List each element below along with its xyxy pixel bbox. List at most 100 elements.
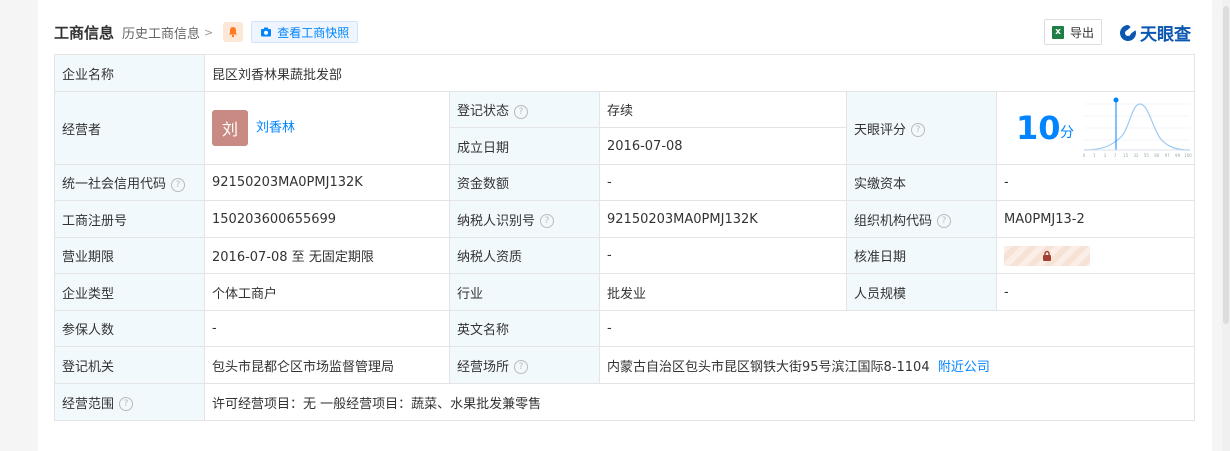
scrollbar[interactable] [1222, 0, 1230, 451]
scope-label-cell: 经营范围? [54, 383, 205, 421]
industry-label: 行业 [449, 273, 600, 311]
capital-label: 资金数额 [449, 164, 600, 201]
history-label: 历史工商信息 [122, 26, 201, 42]
table-row: 统一社会信用代码? 92150203MA0PMJ132K 资金数额 - 实缴资本… [54, 164, 1196, 201]
excel-icon: x [1051, 25, 1064, 39]
lock-icon [1043, 250, 1051, 261]
section-title: 工商信息 [54, 23, 115, 42]
type-value: 个体工商户 [204, 273, 450, 311]
table-row: 营业期限 2016-07-08 至 无固定期限 纳税人资质 - 核准日期 [54, 237, 1196, 274]
address-value: 内蒙古自治区包头市昆区钢铁大街95号滨江国际8-1104 [607, 359, 930, 375]
score-value: 10 [1016, 109, 1061, 147]
tianyancha-logo: 天眼查 [1118, 20, 1191, 45]
help-icon[interactable]: ? [937, 214, 952, 228]
industry-value: 批发业 [599, 273, 847, 311]
org-code-value: MA0PMJ13-2 [995, 200, 1196, 238]
tax-qual-label: 纳税人资质 [449, 237, 600, 274]
tax-id-value: 92150203MA0PMJ132K [599, 200, 847, 238]
nearby-companies-link[interactable]: 附近公司 [938, 360, 990, 375]
scope-value: 许可经营项目：无 一般经营项目：蔬菜、水果批发兼零售 [203, 383, 1196, 421]
authority-value: 包头市昆都仑区市场监督管理局 [204, 346, 450, 384]
table-row: 工商注册号 150203600655699 纳税人识别号? 92150203MA… [54, 200, 1196, 238]
tax-qual-value: - [599, 237, 847, 274]
address-cell: 内蒙古自治区包头市昆区钢铁大街95号滨江国际8-1104 附近公司 [598, 346, 1196, 384]
logo-text: 天眼查 [1140, 25, 1191, 45]
export-button[interactable]: x 导出 [1044, 19, 1102, 45]
table-row: 参保人数 - 英文名称 - [54, 310, 1196, 347]
score-axis-tick-label: 55 [1144, 153, 1150, 158]
snapshot-button[interactable]: 查看工商快照 [251, 21, 359, 43]
found-date-label: 成立日期 [449, 127, 600, 165]
history-link[interactable]: 历史工商信息 > [122, 23, 213, 42]
score-axis-tick-label: 97 [1165, 153, 1171, 158]
scrollbar-thumb[interactable] [1223, 6, 1229, 324]
operator-name-link[interactable]: 刘香林 [256, 121, 295, 136]
company-name-label: 企业名称 [54, 54, 205, 92]
score-axis-tick-label: 100 [1184, 153, 1192, 158]
business-info-table: 企业名称 昆区刘香林果蔬批发部 经营者 刘刘香林 登记状态? 存续 天眼评分? … [54, 54, 1196, 421]
authority-label: 登记机关 [54, 346, 205, 384]
scope-label: 经营范围 [62, 396, 115, 412]
staff-value: - [995, 273, 1196, 311]
address-label-cell: 经营场所? [449, 346, 600, 384]
capital-value: - [599, 164, 847, 201]
operator-label: 经营者 [54, 91, 205, 165]
chevron-right-icon: > [204, 25, 214, 39]
help-icon[interactable]: ? [514, 104, 529, 119]
reg-no-label: 工商注册号 [54, 200, 205, 238]
found-date-value: 2016-07-08 [599, 127, 847, 165]
score-axis-tick-label: 1 [1093, 153, 1096, 158]
en-name-value: - [598, 310, 1196, 347]
company-name-value: 昆区刘香林果蔬批发部 [203, 54, 1196, 92]
score-axis-tick-label: 3 [1104, 153, 1107, 158]
credit-code-value: 92150203MA0PMJ132K [204, 164, 450, 201]
score-axis-tick-label: 15 [1123, 153, 1129, 158]
help-icon[interactable]: ? [171, 177, 186, 192]
score-axis-tick-label: 80 [1154, 153, 1160, 158]
locked-value[interactable] [1004, 245, 1090, 266]
help-icon[interactable]: ? [514, 360, 529, 374]
term-value: 2016-07-08 至 无固定期限 [204, 237, 450, 274]
table-row: 企业类型 个体工商户 行业 批发业 人员规模 - [54, 273, 1196, 311]
org-code-label-cell: 组织机构代码? [846, 200, 997, 238]
org-code-label: 组织机构代码 [854, 213, 933, 229]
avatar[interactable]: 刘 [212, 110, 248, 146]
section-header: 工商信息 历史工商信息 > 查看工商快照 [54, 18, 359, 46]
snapshot-label: 查看工商快照 [277, 25, 350, 40]
en-name-label: 英文名称 [449, 310, 600, 347]
insured-value: - [204, 310, 450, 347]
score-axis-tick-label: 99 [1175, 153, 1181, 158]
term-label: 营业期限 [54, 237, 205, 274]
status-label-cell: 登记状态? [449, 91, 600, 128]
status-value: 存续 [599, 91, 847, 128]
table-row: 经营者 刘刘香林 登记状态? 存续 天眼评分? 10 分 0 1 3 7 15 32 55 8… [54, 91, 1196, 165]
table-row: 登记机关 包头市昆都仑区市场监督管理局 经营场所? 内蒙古自治区包头市昆区钢铁大… [54, 346, 1196, 384]
score-label: 天眼评分 [854, 122, 907, 138]
insured-label: 参保人数 [54, 310, 205, 347]
tax-id-label: 纳税人识别号 [457, 213, 536, 229]
paid-capital-label: 实缴资本 [846, 164, 997, 201]
bell-icon[interactable] [223, 22, 244, 42]
reg-no-value: 150203600655699 [204, 200, 450, 238]
score-axis-tick-label: 7 [1114, 153, 1117, 158]
help-icon[interactable]: ? [119, 397, 134, 411]
table-row: 企业名称 昆区刘香林果蔬批发部 [54, 54, 1196, 92]
credit-code-label: 统一社会信用代码 [62, 177, 167, 192]
approve-date-value[interactable] [995, 237, 1196, 274]
tax-id-label-cell: 纳税人识别号? [449, 200, 600, 238]
paid-capital-value: - [995, 164, 1196, 201]
staff-label: 人员规模 [846, 273, 997, 311]
export-label: 导出 [1069, 25, 1094, 40]
table-row: 经营范围? 许可经营项目：无 一般经营项目：蔬菜、水果批发兼零售 [54, 383, 1196, 421]
score-axis-tick-label: 0 [1083, 153, 1086, 158]
address-label: 经营场所 [457, 359, 510, 375]
score-unit: 分 [1060, 125, 1074, 141]
camera-icon [261, 27, 272, 37]
operator-cell: 刘刘香林 [204, 91, 450, 165]
approve-date-label: 核准日期 [846, 237, 997, 274]
score-axis-tick-label: 32 [1133, 153, 1139, 158]
help-icon[interactable]: ? [911, 123, 926, 137]
score-cell[interactable]: 10 分 0 1 3 7 15 32 55 80 97 99 100 [995, 91, 1196, 165]
help-icon[interactable]: ? [540, 214, 555, 228]
type-label: 企业类型 [54, 273, 205, 311]
